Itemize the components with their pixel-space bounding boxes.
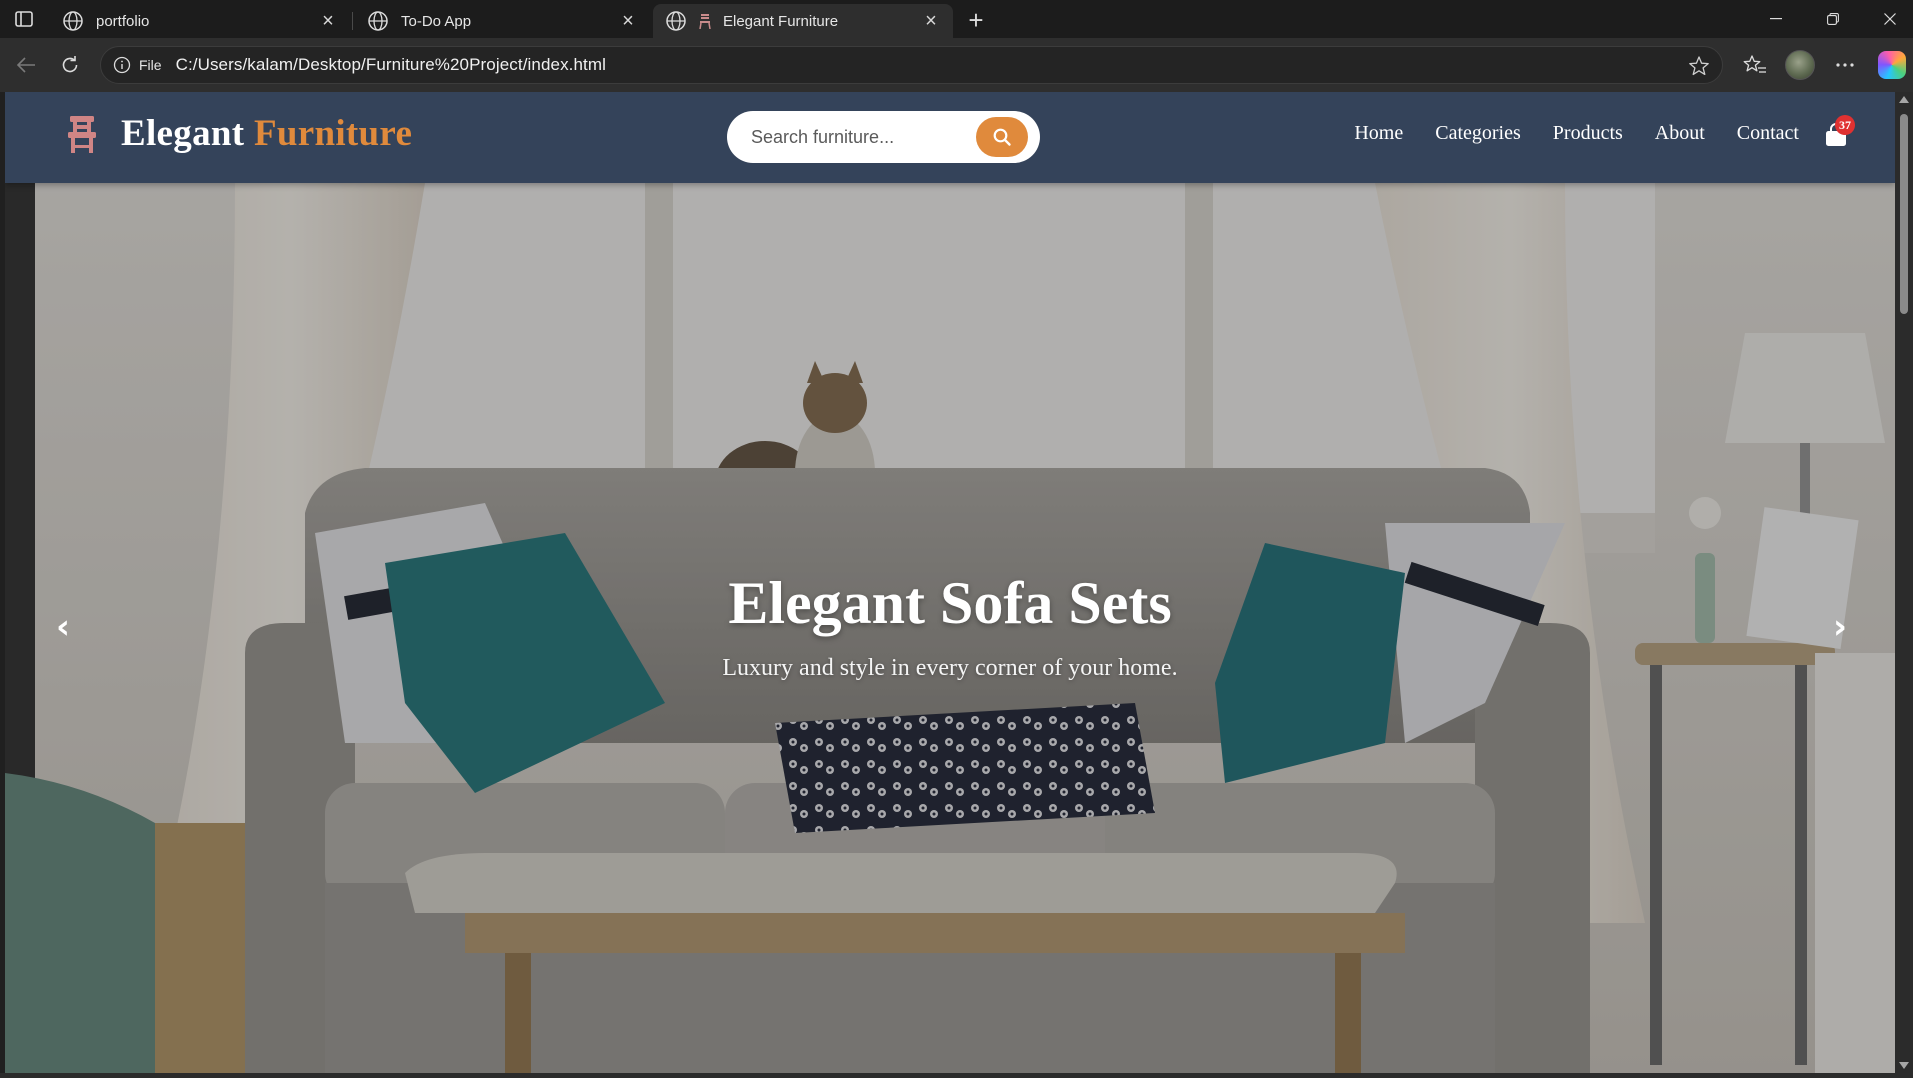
- chair-icon: [68, 115, 96, 153]
- star-icon[interactable]: [1688, 55, 1710, 77]
- hero-title: Elegant Sofa Sets: [728, 570, 1172, 636]
- back-icon[interactable]: [8, 47, 44, 83]
- brand-name-part2: Furniture: [253, 113, 413, 154]
- tab-portfolio[interactable]: portfolio ×: [50, 4, 350, 38]
- search-button[interactable]: [976, 117, 1028, 157]
- nav-about[interactable]: About: [1655, 122, 1705, 145]
- more-icon[interactable]: [1832, 52, 1858, 78]
- restore-icon[interactable]: [1805, 0, 1861, 38]
- close-icon[interactable]: ×: [318, 10, 338, 32]
- cart-count-badge: 37: [1835, 115, 1855, 135]
- main-nav: Home Categories Products About Contact: [1354, 122, 1799, 145]
- window-close-icon[interactable]: [1862, 0, 1913, 38]
- window-bottom-edge: [0, 1073, 1913, 1078]
- globe-icon: [367, 10, 389, 32]
- address-bar[interactable]: File C:/Users/kalam/Desktop/Furniture%20…: [100, 46, 1723, 84]
- browser-toolbar: File C:/Users/kalam/Desktop/Furniture%20…: [0, 38, 1913, 92]
- close-icon[interactable]: ×: [618, 10, 638, 32]
- minimize-icon[interactable]: [1748, 0, 1804, 38]
- info-icon: [113, 56, 131, 74]
- url-text[interactable]: C:/Users/kalam/Desktop/Furniture%20Proje…: [176, 55, 606, 75]
- search-input[interactable]: [751, 126, 961, 148]
- tab-title: Elegant Furniture: [723, 12, 839, 30]
- scroll-thumb[interactable]: [1900, 114, 1908, 314]
- tab-title: portfolio: [96, 12, 150, 30]
- chip-label: File: [139, 57, 162, 73]
- tab-todo-app[interactable]: To-Do App ×: [355, 4, 650, 38]
- tab-title: To-Do App: [401, 12, 472, 30]
- tab-separator: [352, 12, 353, 30]
- profile-avatar[interactable]: [1785, 50, 1815, 80]
- sidebar-toggle-icon[interactable]: [12, 8, 36, 30]
- brand-name-part1: Elegant: [121, 113, 245, 154]
- site-logo[interactable]: Elegant Furniture: [65, 112, 412, 155]
- tab-elegant-furniture[interactable]: Elegant Furniture ×: [653, 4, 953, 38]
- nav-contact[interactable]: Contact: [1737, 122, 1799, 145]
- refresh-icon[interactable]: [52, 47, 88, 83]
- hero-subtitle: Luxury and style in every corner of your…: [722, 655, 1178, 681]
- site-info-chip[interactable]: File: [101, 47, 176, 83]
- search-icon: [993, 128, 1011, 146]
- globe-icon: [665, 10, 687, 32]
- globe-icon: [62, 10, 84, 32]
- brand-name: Elegant Furniture: [121, 112, 412, 155]
- nav-products[interactable]: Products: [1553, 122, 1623, 145]
- page-viewport: Elegant Furniture Home Categories Produc…: [5, 92, 1895, 1073]
- copilot-icon[interactable]: [1878, 51, 1906, 79]
- site-header: Elegant Furniture Home Categories Produc…: [5, 92, 1895, 183]
- page-scrollbar[interactable]: [1895, 92, 1913, 1073]
- search-box: [727, 111, 1040, 163]
- scroll-down-arrow[interactable]: [1899, 1062, 1909, 1069]
- new-tab-icon[interactable]: +: [962, 5, 990, 35]
- tab-bar: portfolio × To-Do App × Elegant Furnitur…: [0, 0, 1913, 38]
- nav-home[interactable]: Home: [1354, 122, 1403, 145]
- favorites-icon[interactable]: [1742, 52, 1768, 78]
- scroll-up-arrow[interactable]: [1899, 96, 1909, 103]
- close-icon[interactable]: ×: [921, 10, 941, 32]
- chair-icon: [699, 13, 713, 29]
- nav-categories[interactable]: Categories: [1435, 122, 1521, 145]
- hero-slider: ‹ › Elegant Sofa Sets Luxury and style i…: [5, 183, 1895, 1073]
